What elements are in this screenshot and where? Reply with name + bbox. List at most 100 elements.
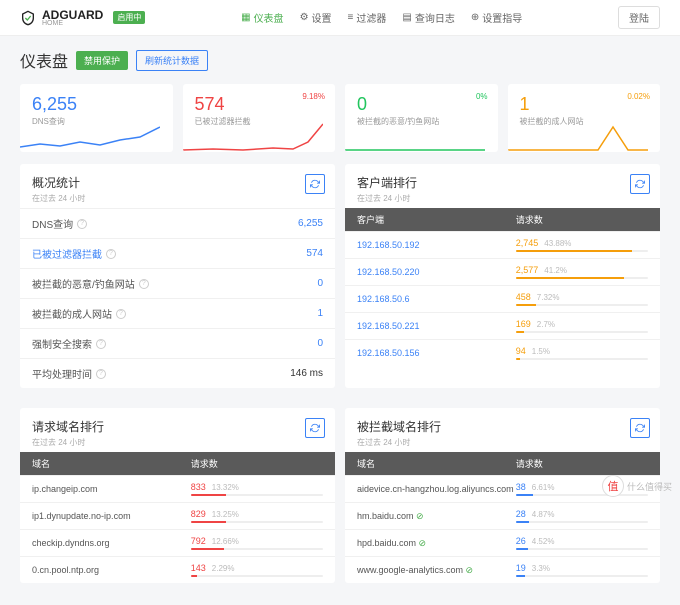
panel-title: 概况统计: [32, 174, 323, 191]
sparkline: [508, 122, 648, 152]
row-value: 941.5%: [516, 346, 648, 360]
row-name: hpd.baidu.com ⊘: [357, 538, 516, 549]
count: 169: [516, 319, 531, 329]
row-name[interactable]: 192.168.50.156: [357, 348, 516, 358]
panel-subtitle: 在过去 24 小时: [32, 193, 323, 204]
count: 2,745: [516, 238, 539, 248]
help-icon[interactable]: ?: [139, 279, 149, 289]
stat-row: 被拦截的恶意/钓鱼网站 ?0: [20, 268, 335, 298]
percent: 12.66%: [212, 537, 239, 546]
row-value: 4587.32%: [516, 292, 648, 306]
bar: [191, 494, 323, 496]
panel-subtitle: 在过去 24 小时: [357, 437, 648, 448]
summary-card: 574已被过滤器拦截9.18%: [183, 84, 336, 152]
external-link-icon: ⊘: [466, 565, 474, 575]
summary-card: 6,255DNS查询: [20, 84, 173, 152]
nav-icon: ⚙: [300, 12, 309, 23]
row-value: 1432.29%: [191, 563, 323, 577]
watermark: 值 什么值得买: [602, 475, 672, 497]
bar: [191, 548, 323, 550]
stat-label: 平均处理时间 ?: [32, 366, 106, 381]
table-header: 域名请求数: [20, 452, 335, 475]
count: 26: [516, 536, 526, 546]
panel-subtitle: 在过去 24 小时: [32, 437, 323, 448]
row-value: 169 2.7%: [516, 319, 648, 333]
nav-label: 设置指导: [482, 10, 522, 25]
table-row: 192.168.50.2202,57741.2%: [345, 258, 660, 285]
disable-protection-button[interactable]: 禁用保护: [76, 51, 128, 70]
sparkline: [183, 122, 323, 152]
stat-row: 被拦截的成人网站 ? 1: [20, 298, 335, 328]
nav-item-2[interactable]: ≡过滤器: [348, 10, 387, 25]
row-name[interactable]: 192.168.50.221: [357, 321, 516, 331]
stat-row: 已被过滤器拦截 ?574: [20, 238, 335, 268]
card-value: 6,255: [32, 94, 161, 115]
stat-value: 6,255: [298, 218, 323, 229]
bar: [516, 250, 648, 252]
row-value: 193.3%: [516, 563, 648, 577]
card-percent: 0.02%: [627, 92, 650, 101]
nav-item-3[interactable]: ▤查询日志: [402, 10, 454, 25]
row-value: 284.87%: [516, 509, 648, 523]
external-link-icon: ⊘: [416, 511, 424, 521]
table-header: 客户端请求数: [345, 208, 660, 231]
percent: 13.25%: [212, 510, 239, 519]
stat-label: 已被过滤器拦截 ?: [32, 246, 116, 261]
summary-card: 0被拦截的恶意/钓鱼网站0%: [345, 84, 498, 152]
refresh-button[interactable]: [630, 174, 650, 194]
card-value: 0: [357, 94, 486, 115]
sparkline: [345, 122, 485, 152]
table-row: www.google-analytics.com ⊘193.3%: [345, 556, 660, 583]
help-icon[interactable]: ?: [116, 309, 126, 319]
nav-icon: ▦: [241, 12, 250, 23]
nav-item-0[interactable]: ▦仪表盘: [241, 10, 283, 25]
count: 38: [516, 482, 526, 492]
refresh-stats-button[interactable]: 刷新统计数据: [136, 50, 208, 71]
help-icon[interactable]: ?: [77, 219, 87, 229]
queried-domains-panel: 请求域名排行 在过去 24 小时 域名请求数 ip.changeip.com83…: [20, 408, 335, 583]
stat-label: 强制安全搜索 ?: [32, 336, 106, 351]
stat-value: 0: [317, 278, 323, 289]
percent: 13.32%: [212, 483, 239, 492]
percent: 6.61%: [532, 483, 555, 492]
stat-value: 1: [317, 308, 323, 319]
stat-label: 被拦截的成人网站 ?: [32, 306, 126, 321]
row-name: checkip.dyndns.org: [32, 538, 191, 548]
bar: [191, 521, 323, 523]
bar: [191, 575, 323, 577]
help-icon[interactable]: ?: [106, 249, 116, 259]
row-name[interactable]: 192.168.50.220: [357, 267, 516, 277]
stats-panel: 概况统计 在过去 24 小时 DNS查询 ?6,255已被过滤器拦截 ?574被…: [20, 164, 335, 388]
row-name: hm.baidu.com ⊘: [357, 511, 516, 522]
percent: 2.7%: [537, 320, 555, 329]
row-name: ip1.dynupdate.no-ip.com: [32, 511, 191, 521]
panel-title: 客户端排行: [357, 174, 648, 191]
row-name[interactable]: 192.168.50.6: [357, 294, 516, 304]
count: 792: [191, 536, 206, 546]
help-icon[interactable]: ?: [96, 339, 106, 349]
status-tag: 启用中: [113, 11, 145, 24]
stat-value: 146 ms: [290, 368, 323, 379]
bar: [516, 304, 648, 306]
row-name[interactable]: 192.168.50.192: [357, 240, 516, 250]
nav-item-1[interactable]: ⚙设置: [300, 10, 332, 25]
nav-label: 过滤器: [356, 10, 386, 25]
stat-value: 0: [317, 338, 323, 349]
page-title-row: 仪表盘 禁用保护 刷新统计数据: [20, 48, 660, 72]
refresh-button[interactable]: [630, 418, 650, 438]
refresh-button[interactable]: [305, 174, 325, 194]
nav-item-4[interactable]: ⊕设置指导: [471, 10, 522, 25]
nav-icon: ≡: [348, 12, 354, 23]
refresh-button[interactable]: [305, 418, 325, 438]
percent: 3.3%: [532, 564, 550, 573]
panel-title: 请求域名排行: [32, 418, 323, 435]
help-icon[interactable]: ?: [96, 369, 106, 379]
row-value: 82913.25%: [191, 509, 323, 523]
percent: 43.88%: [544, 239, 571, 248]
row-value: 83313.32%: [191, 482, 323, 496]
main-nav: ▦仪表盘 ⚙设置 ≡过滤器 ▤查询日志 ⊕设置指导: [241, 10, 522, 25]
top-header: ADGUARD HOME 启用中 ▦仪表盘⚙设置≡过滤器▤查询日志⊕设置指导 登…: [0, 0, 680, 36]
login-button[interactable]: 登陆: [618, 6, 660, 29]
percent: 4.87%: [532, 510, 555, 519]
row-name: 0.cn.pool.ntp.org: [32, 565, 191, 575]
